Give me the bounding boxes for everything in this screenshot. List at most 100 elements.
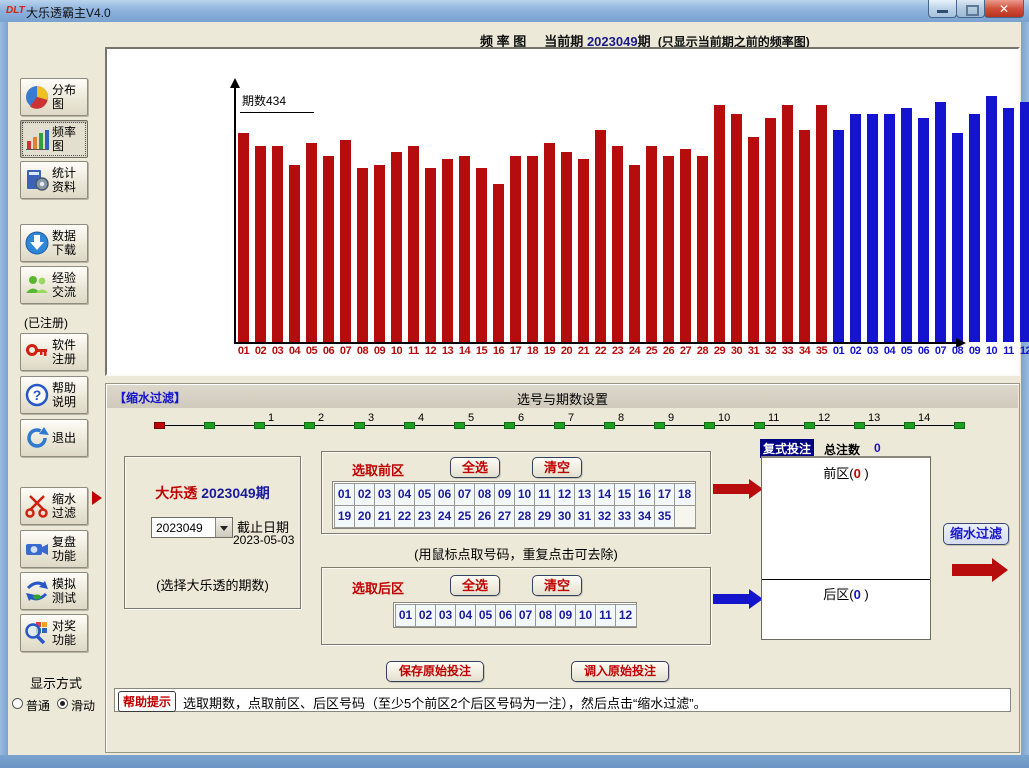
front-number-cell[interactable]: 30	[554, 505, 576, 528]
slider-mark[interactable]	[854, 422, 865, 429]
save-original-bets-button[interactable]: 保存原始投注	[386, 661, 484, 682]
front-number-cell[interactable]: 25	[454, 505, 476, 528]
load-original-bets-button[interactable]: 调入原始投注	[571, 661, 669, 682]
slider-mark[interactable]	[254, 422, 265, 429]
slider-mark[interactable]	[954, 422, 965, 429]
front-number-cell[interactable]: 18	[674, 483, 696, 506]
front-number-cell[interactable]: 23	[414, 505, 436, 528]
front-number-cell[interactable]: 27	[494, 505, 516, 528]
slider-mark[interactable]	[604, 422, 615, 429]
close-button[interactable]: ✕	[984, 0, 1024, 18]
back-number-cell[interactable]: 05	[475, 604, 497, 627]
front-number-cell[interactable]: 03	[374, 483, 396, 506]
front-number-cell[interactable]: 02	[354, 483, 376, 506]
sidebar-button-help[interactable]: ? 帮助说明	[20, 376, 88, 414]
radio-sliding[interactable]	[57, 698, 68, 709]
sidebar-button-register[interactable]: 软件注册	[20, 333, 88, 371]
back-number-cell[interactable]: 08	[535, 604, 557, 627]
radio-normal-label[interactable]: 普通	[26, 697, 50, 714]
front-number-cell[interactable]: 11	[534, 483, 556, 506]
back-number-cell[interactable]: 12	[615, 604, 637, 627]
back-number-cell[interactable]: 04	[455, 604, 477, 627]
sidebar-button-simulate[interactable]: 模拟测试	[20, 572, 88, 610]
back-clear-button[interactable]: 清空	[532, 575, 582, 596]
front-number-cell[interactable]: 20	[354, 505, 376, 528]
sidebar-button-exit[interactable]: 退出	[20, 419, 88, 457]
period-slider[interactable]: 1234567891011121314	[106, 384, 1019, 440]
front-number-cell[interactable]: 29	[534, 505, 556, 528]
front-number-cell[interactable]: 31	[574, 505, 596, 528]
front-number-cell[interactable]: 19	[334, 505, 356, 528]
x-axis-label: 23	[609, 345, 626, 357]
front-number-cell[interactable]: 06	[434, 483, 456, 506]
front-number-cell[interactable]: 21	[374, 505, 396, 528]
front-number-cell[interactable]: 09	[494, 483, 516, 506]
slider-mark[interactable]	[804, 422, 815, 429]
minimize-button[interactable]	[928, 0, 957, 18]
back-number-cell[interactable]: 01	[395, 604, 417, 627]
front-number-cell[interactable]: 17	[654, 483, 676, 506]
slider-mark[interactable]	[404, 422, 415, 429]
maximize-button[interactable]	[956, 0, 985, 18]
front-number-cell[interactable]: 28	[514, 505, 536, 528]
title-bar[interactable]: DLT 大乐透霸主V4.0 ✕	[0, 0, 1029, 23]
slider-mark[interactable]	[554, 422, 565, 429]
front-number-cell[interactable]: 04	[394, 483, 416, 506]
front-number-cell[interactable]: 33	[614, 505, 636, 528]
front-number-cell[interactable]: 07	[454, 483, 476, 506]
slider-mark[interactable]	[654, 422, 665, 429]
back-number-cell[interactable]: 07	[515, 604, 537, 627]
front-clear-button[interactable]: 清空	[532, 457, 582, 478]
sidebar-button-prize[interactable]: 对奖功能	[20, 614, 88, 652]
sidebar-button-frequency[interactable]: 频率图	[20, 120, 88, 158]
front-number-cell[interactable]: 13	[574, 483, 596, 506]
front-number-cell[interactable]: 01	[334, 483, 356, 506]
back-select-all-button[interactable]: 全选	[450, 575, 500, 596]
bar	[952, 133, 963, 342]
front-number-cell[interactable]: 35	[654, 505, 676, 528]
back-number-cell[interactable]: 02	[415, 604, 437, 627]
back-number-cell[interactable]: 09	[555, 604, 577, 627]
radio-normal[interactable]	[12, 698, 23, 709]
slider-mark[interactable]	[504, 422, 515, 429]
sidebar-button-statistics[interactable]: 统计资料	[20, 161, 88, 199]
back-number-cell[interactable]: 06	[495, 604, 517, 627]
front-number-cell[interactable]: 34	[634, 505, 656, 528]
back-number-cell[interactable]: 11	[595, 604, 617, 627]
sidebar-button-exchange[interactable]: 经验交流	[20, 266, 88, 304]
bar	[442, 159, 453, 342]
x-axis-label: 05	[898, 345, 915, 357]
front-number-cell[interactable]: 16	[634, 483, 656, 506]
back-number-cell[interactable]: 03	[435, 604, 457, 627]
front-number-cell[interactable]: 08	[474, 483, 496, 506]
sidebar-button-shrink[interactable]: 缩水过滤	[20, 487, 88, 525]
slider-mark[interactable]	[304, 422, 315, 429]
front-number-cell[interactable]: 14	[594, 483, 616, 506]
slider-mark[interactable]	[754, 422, 765, 429]
radio-sliding-label[interactable]: 滑动	[71, 697, 95, 714]
slider-mark[interactable]	[204, 422, 215, 429]
shrink-filter-button[interactable]: 缩水过滤	[943, 523, 1009, 545]
chevron-down-icon[interactable]	[215, 518, 232, 537]
front-number-cell[interactable]: 12	[554, 483, 576, 506]
period-dropdown[interactable]: 2023049	[151, 517, 233, 538]
front-number-cell[interactable]: 10	[514, 483, 536, 506]
slider-mark[interactable]	[154, 422, 165, 429]
front-number-cell[interactable]: 24	[434, 505, 456, 528]
slider-mark[interactable]	[904, 422, 915, 429]
front-number-cell[interactable]: 32	[594, 505, 616, 528]
front-number-cell[interactable]: 22	[394, 505, 416, 528]
front-number-cell[interactable]: 15	[614, 483, 636, 506]
sidebar-button-distribution[interactable]: 分布图	[20, 78, 88, 116]
slider-mark[interactable]	[354, 422, 365, 429]
front-number-cell[interactable]: 26	[474, 505, 496, 528]
slider-mark[interactable]	[704, 422, 715, 429]
x-axis-label: 32	[762, 345, 779, 357]
front-select-all-button[interactable]: 全选	[450, 457, 500, 478]
sidebar-button-download[interactable]: 数据下载	[20, 224, 88, 262]
slider-mark[interactable]	[454, 422, 465, 429]
front-number-cell[interactable]: 05	[414, 483, 436, 506]
bar	[238, 133, 249, 342]
back-number-cell[interactable]: 10	[575, 604, 597, 627]
sidebar-button-replay[interactable]: 复盘功能	[20, 530, 88, 568]
